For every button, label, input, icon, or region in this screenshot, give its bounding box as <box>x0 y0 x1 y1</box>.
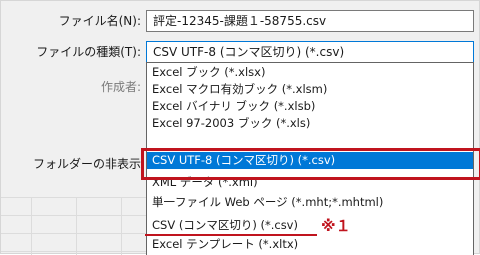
filetype-option[interactable]: 単一ファイル Web ページ (*.mht;*.mhtml) <box>147 194 473 211</box>
filetype-option[interactable]: Excel 97-2003 ブック (*.xls) <box>147 115 473 132</box>
annotation-note: ※１ <box>321 217 351 235</box>
annotation-underline <box>145 234 317 236</box>
filetype-option[interactable]: CSV (コンマ区切り) (*.csv) <box>147 217 473 234</box>
filename-label: ファイル名(N): <box>58 14 141 28</box>
background-file-list <box>1 197 146 255</box>
filetype-option-selected[interactable]: CSV UTF-8 (コンマ区切り) (*.csv) <box>147 152 473 169</box>
save-as-dialog: ファイル名(N): 評定-12345-課題１-58755.csv ファイルの種類… <box>0 0 480 255</box>
filetype-option[interactable]: Excel ブック (*.xlsx) <box>147 64 473 81</box>
filetype-label: ファイルの種類(T): <box>36 45 141 59</box>
filetype-option[interactable]: XML データ (*.xml) <box>147 174 473 191</box>
filetype-option[interactable]: Excel マクロ有効ブック (*.xlsm) <box>147 81 473 98</box>
filetype-option[interactable]: Excel テンプレート (*.xltx) <box>147 236 473 253</box>
filetype-dropdown-list[interactable]: Excel ブック (*.xlsx) Excel マクロ有効ブック (*.xls… <box>146 62 474 255</box>
filetype-option[interactable]: Excel バイナリ ブック (*.xlsb) <box>147 98 473 115</box>
filetype-select[interactable]: CSV UTF-8 (コンマ区切り) (*.csv) <box>146 41 474 63</box>
hide-folders-toggle[interactable]: フォルダーの非表示 <box>33 154 141 174</box>
author-label: 作成者: <box>100 80 141 94</box>
filename-input[interactable]: 評定-12345-課題１-58755.csv <box>146 10 474 32</box>
